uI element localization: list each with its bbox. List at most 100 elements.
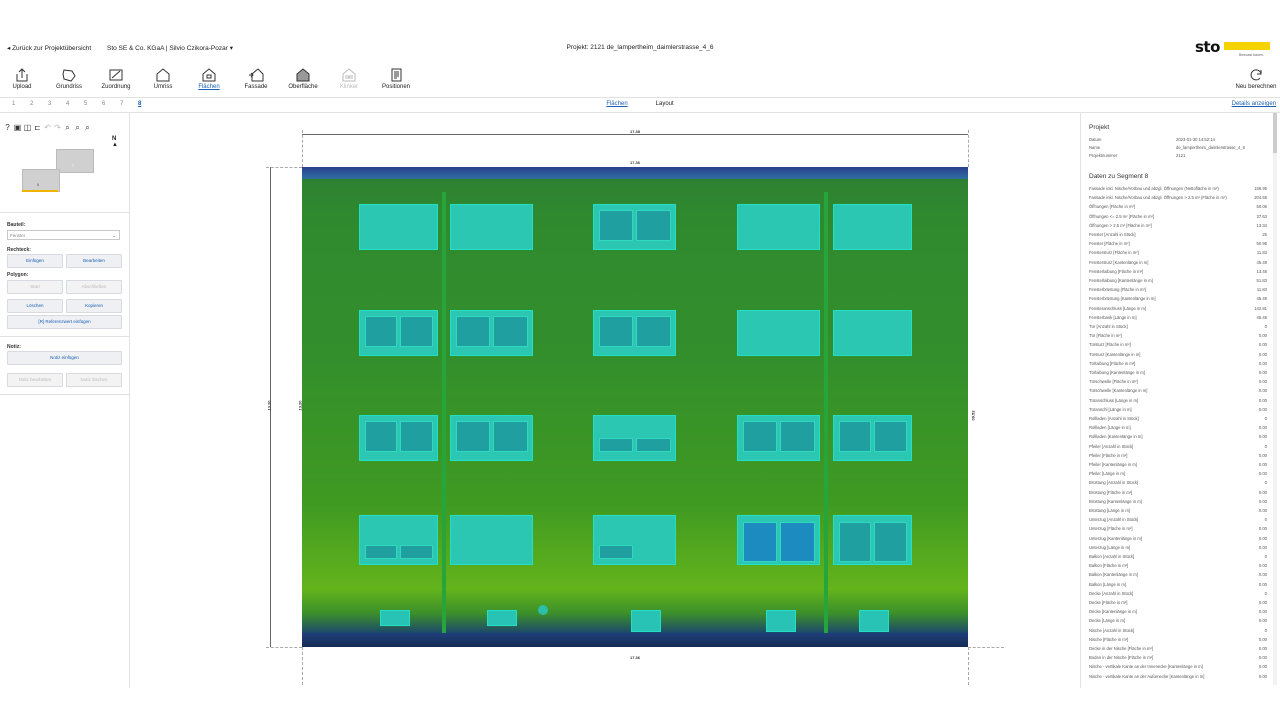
- save-icon[interactable]: ▣: [13, 123, 22, 132]
- ruler-icon[interactable]: ⊏: [33, 123, 42, 132]
- recalculate-button[interactable]: Neu berechnen: [1233, 68, 1279, 90]
- window[interactable]: [593, 204, 676, 250]
- delete-button[interactable]: Löschen: [7, 299, 63, 313]
- copy-button[interactable]: Kopieren: [66, 299, 122, 313]
- data-row-label: Pfeiler [Länge in m]: [1089, 471, 1126, 477]
- data-row-value: 0: [1264, 590, 1267, 596]
- thermal-facade-image[interactable]: [302, 167, 968, 647]
- dimension-right: 09.53: [970, 410, 976, 421]
- data-row-label: Boden in der Nische [Fläche in m²]: [1089, 655, 1154, 661]
- floorplan-icon: [62, 69, 76, 82]
- data-row-value: 0.00: [1258, 360, 1267, 366]
- building-minimap[interactable]: 4 5 7 8: [22, 143, 94, 192]
- project-title: Projekt: 2121 de_lampertheim_daimlerstra…: [566, 44, 714, 51]
- polygon-start-button[interactable]: Start: [7, 280, 63, 294]
- note-insert-button[interactable]: Notiz einfügen: [7, 351, 122, 365]
- tab-flaechen[interactable]: Flächen: [606, 101, 627, 107]
- toolbar-flaechen[interactable]: Flächen: [187, 68, 231, 90]
- window[interactable]: [737, 310, 820, 356]
- reference-value-button[interactable]: [R] Referenzwert einfügen: [7, 315, 122, 329]
- data-row: Öffnungen > 2.5 m² [Fläche in m²] 13.34: [1089, 223, 1267, 232]
- cellar-window[interactable]: [766, 610, 796, 632]
- window[interactable]: [833, 204, 912, 250]
- cellar-window[interactable]: [859, 610, 889, 632]
- window[interactable]: [450, 204, 533, 250]
- top-dimension-line: [302, 134, 968, 135]
- data-row-label: Fenstersturz [Kantenlänge in m]: [1089, 259, 1149, 265]
- window[interactable]: [833, 415, 912, 461]
- window[interactable]: [833, 515, 912, 565]
- data-row-value: 158.95: [1254, 186, 1267, 191]
- window[interactable]: [359, 310, 438, 356]
- window[interactable]: [593, 415, 676, 461]
- segment-data-table: Fassade inkl. Nische/Vorbau und abzgl. Ö…: [1089, 186, 1267, 686]
- data-row: Rollladen [Anzahl in Stück] 0: [1089, 416, 1267, 425]
- segment-heading: Daten zu Segment 8: [1089, 173, 1149, 180]
- data-row-value: 37.63: [1256, 213, 1267, 219]
- toolbar-umriss[interactable]: Umriss: [141, 68, 185, 90]
- toolbar-fassade[interactable]: Fassade: [234, 68, 278, 90]
- help-icon[interactable]: ?: [3, 123, 12, 132]
- data-row: Türlaibung [Fläche in m²] 0.00: [1089, 361, 1267, 370]
- redo-icon[interactable]: ↷: [53, 123, 62, 132]
- window[interactable]: [737, 415, 820, 461]
- data-row: Fensterlaibung [Fläche in m²] 13.48: [1089, 269, 1267, 278]
- toolbar-label: Umriss: [153, 84, 173, 90]
- undo-icon[interactable]: ↶: [43, 123, 52, 132]
- zoom-in-icon[interactable]: ⌕: [63, 123, 72, 132]
- data-row-label: Öffnungen [Fläche in m²]: [1089, 204, 1136, 210]
- info-panel-scrollbar[interactable]: [1273, 113, 1277, 685]
- toolbar-grundriss[interactable]: Grundriss: [47, 68, 91, 90]
- window[interactable]: [737, 515, 820, 565]
- toolbar-zuordnung[interactable]: Zuordnung: [94, 68, 138, 90]
- data-row-value: 0.00: [1258, 646, 1267, 651]
- data-row: Fenstersturz [Kantenlänge in m] 45.49: [1089, 260, 1267, 269]
- window[interactable]: [359, 415, 438, 461]
- toolbar-oberflaeche[interactable]: Oberfläche: [281, 68, 325, 90]
- note-edit-button[interactable]: Notiz bearbeiten: [7, 373, 63, 387]
- toolbar-klinker[interactable]: Klinker: [327, 68, 371, 90]
- window[interactable]: [593, 310, 676, 356]
- cellar-window[interactable]: [487, 610, 517, 626]
- data-row: Türsturz [Fläche in m²] 0.00: [1089, 342, 1267, 351]
- zoom-out-icon[interactable]: ⌕: [73, 123, 82, 132]
- window[interactable]: [737, 204, 820, 250]
- data-row-value: 0.00: [1258, 609, 1267, 615]
- data-row-value: 0.00: [1258, 563, 1267, 569]
- window[interactable]: [359, 515, 438, 565]
- facade-plinth: [302, 633, 968, 647]
- data-row-value: 0.00: [1258, 673, 1267, 679]
- window[interactable]: [450, 415, 533, 461]
- data-row-value: 0.00: [1258, 342, 1267, 348]
- data-row-value: 50.06: [1256, 204, 1267, 210]
- logo-text: sto: [1195, 38, 1220, 56]
- zoom-fit-icon[interactable]: ⌕: [83, 123, 92, 132]
- rect-insert-button[interactable]: Einfügen: [7, 254, 63, 268]
- toolbar-upload[interactable]: Upload: [0, 68, 44, 90]
- window[interactable]: [450, 310, 533, 356]
- data-row: Rollladen [Länge in m] 0.00: [1089, 425, 1267, 434]
- data-row-label: Fensterlaibung [Fläche in m²]: [1089, 268, 1144, 274]
- polygon-finish-button[interactable]: Abschließen: [66, 280, 122, 294]
- tab-layout[interactable]: Layout: [656, 101, 674, 107]
- data-row: Balkon [Länge in m] 0.00: [1089, 582, 1267, 591]
- window[interactable]: [359, 204, 438, 250]
- cellar-window[interactable]: [631, 610, 661, 632]
- minimap-label: 5: [38, 161, 40, 165]
- data-row-value: 0.00: [1258, 370, 1267, 375]
- rect-edit-button[interactable]: Bearbeiten: [66, 254, 122, 268]
- layers-icon[interactable]: ◫: [23, 123, 32, 132]
- toolbar-label: Flächen: [198, 84, 220, 90]
- bauteil-select[interactable]: Fenster ⌄: [7, 230, 120, 240]
- data-row-label: Pfeiler [Kantenlänge in m]: [1089, 462, 1137, 467]
- note-delete-button[interactable]: Notiz löschen: [66, 373, 122, 387]
- notiz-label: Notiz:: [7, 344, 21, 350]
- window[interactable]: [450, 515, 533, 565]
- data-row-value: 13.48: [1256, 268, 1267, 274]
- data-row-label: Tür [Anzahl in Stück]: [1089, 324, 1128, 329]
- cellar-window[interactable]: [380, 610, 410, 626]
- toolbar-positionen[interactable]: Positionen: [374, 68, 418, 90]
- window[interactable]: [833, 310, 912, 356]
- details-link[interactable]: Details anzeigen: [1232, 101, 1276, 107]
- window[interactable]: [593, 515, 676, 565]
